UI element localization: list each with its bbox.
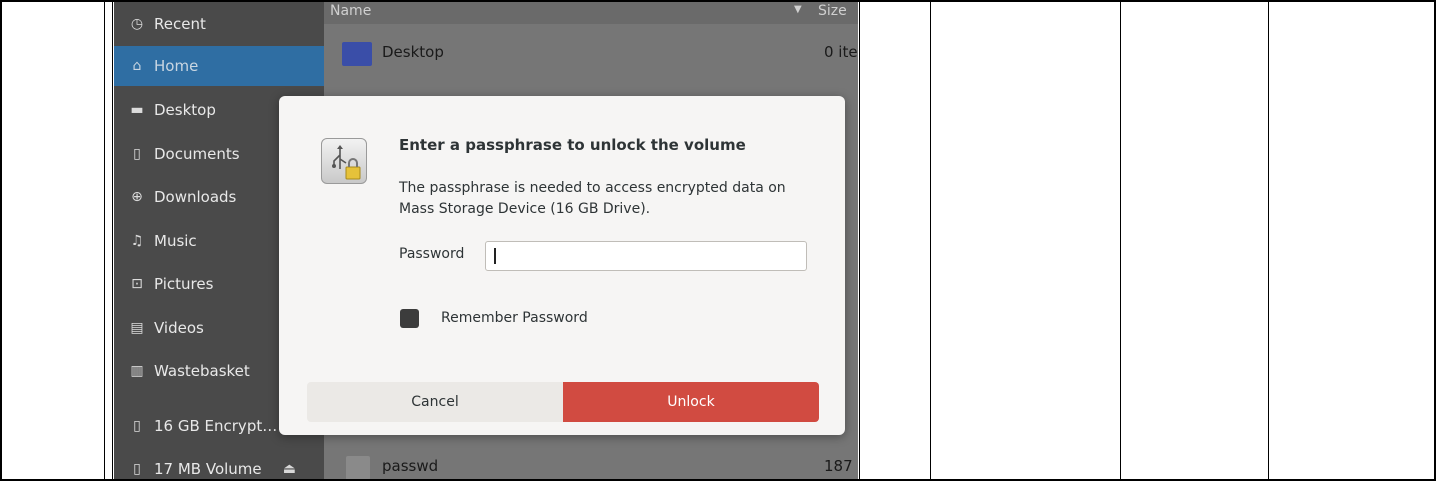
column-divider bbox=[859, 0, 860, 481]
drive-icon: ▯ bbox=[133, 418, 141, 434]
sidebar-item-label: Pictures bbox=[154, 275, 214, 293]
file-list-header: Name ▼ Size bbox=[324, 2, 858, 24]
remember-password-checkbox[interactable] bbox=[400, 309, 419, 328]
sidebar-item-label: 16 GB Encrypt… bbox=[154, 417, 278, 435]
dialog-description-line: Mass Storage Device (16 GB Drive). bbox=[399, 201, 651, 217]
dialog-description-line: The passphrase is needed to access encry… bbox=[399, 180, 786, 196]
trash-icon: ▥ bbox=[130, 363, 144, 379]
sidebar-item-label: 17 MB Volume bbox=[154, 460, 262, 478]
column-header-name[interactable]: Name bbox=[330, 3, 371, 19]
file-size: 0 ite bbox=[824, 43, 858, 61]
video-icon: ▤ bbox=[130, 320, 144, 336]
column-header-size[interactable]: Size bbox=[818, 3, 847, 19]
usb-lock-icon bbox=[321, 138, 367, 184]
unlock-button[interactable]: Unlock bbox=[563, 382, 819, 422]
folder-icon: ▬ bbox=[130, 102, 144, 118]
unlock-volume-dialog: Enter a passphrase to unlock the volume … bbox=[279, 96, 845, 435]
document-icon: ▯ bbox=[133, 146, 141, 162]
column-divider bbox=[104, 0, 105, 481]
sidebar-item-label: Documents bbox=[154, 145, 240, 163]
file-name: passwd bbox=[382, 457, 439, 475]
column-divider bbox=[1120, 0, 1121, 481]
sidebar-item-label: Music bbox=[154, 232, 197, 250]
sort-down-icon: ▼ bbox=[794, 4, 802, 15]
file-icon bbox=[346, 456, 370, 479]
sidebar-item-label: Home bbox=[154, 57, 199, 75]
text-caret bbox=[494, 248, 496, 264]
picture-icon: ⊡ bbox=[131, 276, 143, 292]
sidebar-item-label: Videos bbox=[154, 319, 204, 337]
drive-icon: ▯ bbox=[133, 461, 141, 477]
download-icon: ⊕ bbox=[131, 189, 143, 205]
home-icon: ⌂ bbox=[132, 58, 142, 74]
music-icon: ♫ bbox=[130, 233, 144, 249]
dialog-description: The passphrase is needed to access encry… bbox=[399, 178, 819, 220]
eject-icon[interactable]: ⏏ bbox=[283, 461, 296, 477]
column-divider bbox=[112, 0, 113, 481]
cancel-button[interactable]: Cancel bbox=[307, 382, 563, 422]
dialog-title: Enter a passphrase to unlock the volume bbox=[399, 136, 746, 154]
sidebar-item-label: Wastebasket bbox=[154, 362, 250, 380]
table-border-left bbox=[0, 0, 2, 481]
folder-icon bbox=[342, 42, 372, 66]
file-name: Desktop bbox=[382, 43, 444, 61]
sidebar-item-label: Desktop bbox=[154, 101, 216, 119]
sidebar-item-label: Downloads bbox=[154, 188, 237, 206]
password-input[interactable] bbox=[485, 241, 807, 271]
sidebar-item-recent[interactable]: ◷ Recent bbox=[114, 4, 324, 44]
clock-icon: ◷ bbox=[130, 16, 144, 32]
remember-password-label[interactable]: Remember Password bbox=[441, 310, 588, 326]
file-size: 187 bbox=[824, 457, 853, 475]
sidebar-item-volume[interactable]: ▯ 17 MB Volume ⏏ bbox=[114, 449, 324, 479]
sidebar-item-label: Recent bbox=[154, 15, 206, 33]
column-divider bbox=[930, 0, 931, 481]
file-row[interactable]: Desktop 0 ite bbox=[324, 34, 858, 74]
column-divider bbox=[1268, 0, 1269, 481]
password-label: Password bbox=[399, 246, 465, 262]
file-row[interactable]: passwd 187 bbox=[324, 448, 858, 479]
sidebar-item-home[interactable]: ⌂ Home bbox=[114, 46, 324, 86]
